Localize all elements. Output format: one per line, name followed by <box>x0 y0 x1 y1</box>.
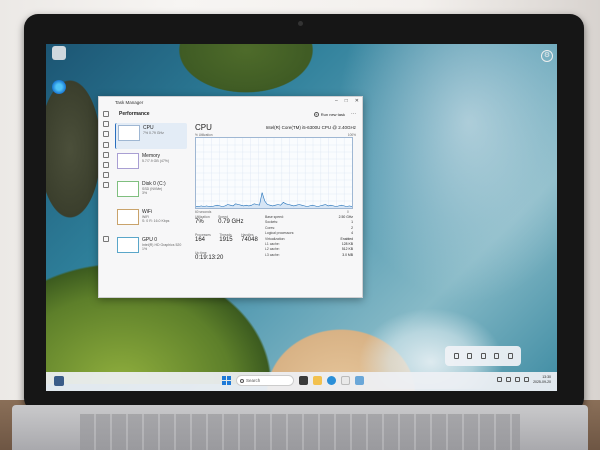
graph-grid <box>196 138 352 208</box>
window-icon[interactable] <box>494 353 499 359</box>
more-options-button[interactable]: ··· <box>351 111 356 117</box>
resource-sub: Intel(R) HD Graphics 520 1% <box>142 243 182 251</box>
clock-date: 2025-09-20 <box>533 379 551 384</box>
stat-value: 1915 <box>219 237 233 243</box>
resource-gpu[interactable]: GPU 0 Intel(R) HD Graphics 520 1% <box>115 235 187 261</box>
stat-processes: Processes 164 <box>195 233 211 243</box>
info-icon[interactable] <box>507 353 513 359</box>
maximize-button[interactable]: □ <box>345 98 348 104</box>
details-icon[interactable] <box>103 172 109 179</box>
edge-icon[interactable] <box>52 80 66 94</box>
resource-sub: WiFi S: 0 R: 16.0 Kbps <box>142 215 170 223</box>
resource-memory[interactable]: Memory 5.7/7.9 GB (47%) <box>115 151 187 177</box>
store-icon[interactable] <box>341 376 350 385</box>
spec-key: L3 cache: <box>265 252 280 257</box>
stat-value: 0:19:13:20 <box>195 255 224 261</box>
stat-uptime: Up time 0:19:13:20 <box>195 251 223 261</box>
app-history-icon[interactable] <box>103 141 109 148</box>
resource-sub: 7% 0.79 GHz <box>143 131 164 135</box>
start-button-icon[interactable] <box>222 376 231 385</box>
recycle-bin-icon[interactable] <box>52 46 66 60</box>
settings-gear-icon[interactable] <box>103 236 109 243</box>
cpu-utilization-graph <box>195 137 353 209</box>
close-button[interactable]: ✕ <box>355 98 359 104</box>
settings-icon[interactable]: ⚙ <box>541 50 553 62</box>
run-new-task-label: Run new task <box>320 111 345 117</box>
desktop-screen: ⚙ Task Manager – □ ✕ Performance + Run n… <box>46 44 557 391</box>
stat-value: 7% <box>195 219 204 225</box>
title-bar[interactable]: Task Manager – □ ✕ <box>99 97 362 107</box>
time-axis-label: 60 seconds <box>195 210 212 214</box>
search-icon <box>240 378 244 383</box>
stat-value: 164 <box>195 237 206 243</box>
stat-threads: Threads 1915 <box>219 233 232 243</box>
wallpaper-glare <box>336 44 557 304</box>
resource-cpu[interactable]: CPU 7% 0.79 GHz <box>115 123 187 149</box>
clock[interactable]: 13:30 2025-09-20 <box>533 375 551 384</box>
window-title: Task Manager <box>115 99 144 105</box>
stat-speed: Speed 0.79 GHz <box>218 215 243 225</box>
performance-icon[interactable] <box>103 131 109 138</box>
system-tray: 13:30 2025-09-20 <box>497 375 551 384</box>
min-axis-label: 0 <box>347 210 349 214</box>
search-placeholder: Search <box>246 378 261 383</box>
webcam <box>298 21 303 26</box>
run-task-icon: + <box>313 111 319 117</box>
wallpaper-cliff-top <box>161 44 331 104</box>
gpu-thumbnail-graph <box>117 237 139 253</box>
edit-icon[interactable] <box>467 353 472 359</box>
wifi-thumbnail-graph <box>117 209 139 225</box>
stat-handles: Handles 74048 <box>241 233 258 243</box>
stat-utilization: Utilization 7% <box>195 215 210 225</box>
cpu-specs: Base speed: 2.50 GHz Sockets: 1 Cores: 2 Lo… <box>265 215 353 258</box>
resource-disk[interactable]: Disk 0 (C:) SSD (NVMe) 3% <box>115 179 187 205</box>
resource-sub: 5.7/7.9 GB (47%) <box>142 159 170 163</box>
chevron-up-icon[interactable] <box>497 377 503 382</box>
quick-settings-panel <box>445 346 521 366</box>
hamburger-icon[interactable] <box>103 111 109 117</box>
screen-icon[interactable] <box>480 353 486 359</box>
cpu-model: Intel(R) Core(TM) i5-6300U CPU @ 2.40GHz <box>265 125 356 130</box>
cpu-detail-panel: CPU Intel(R) Core(TM) i5-6300U CPU @ 2.4… <box>195 123 356 293</box>
volume-icon[interactable] <box>515 377 521 382</box>
task-manager-window: Task Manager – □ ✕ Performance + Run new… <box>98 96 363 298</box>
resource-list: CPU 7% 0.79 GHz Memory 5.7/7.9 GB (47%) … <box>115 123 187 263</box>
file-explorer-icon[interactable] <box>313 376 322 385</box>
battery-icon[interactable] <box>524 377 530 382</box>
stat-value: 74048 <box>241 237 258 243</box>
taskbar-search-box[interactable]: Search <box>236 375 294 386</box>
startup-apps-icon[interactable] <box>103 151 109 158</box>
taskbar-center: Search <box>222 375 364 386</box>
processes-icon[interactable] <box>103 121 109 128</box>
resource-sub: SSD (NVMe) 3% <box>142 187 163 195</box>
cpu-thumbnail-graph <box>118 125 140 141</box>
spec-row: L3 cache: 3.0 MB <box>265 253 353 258</box>
spec-value: 3.0 MB <box>342 252 353 257</box>
section-title: Performance <box>119 111 150 117</box>
keyboard-keys <box>80 414 520 450</box>
memory-thumbnail-graph <box>117 153 139 169</box>
widgets-icon[interactable] <box>54 376 64 386</box>
minimize-button[interactable]: – <box>335 98 338 104</box>
users-icon[interactable] <box>103 161 109 168</box>
task-view-icon[interactable] <box>299 376 308 385</box>
cpu-stats: Utilization 7% Speed 0.79 GHz Processes 164… <box>195 215 265 269</box>
wifi-icon[interactable] <box>506 377 512 382</box>
disk-thumbnail-graph <box>117 181 139 197</box>
run-new-task-button[interactable]: + Run new task <box>313 111 345 117</box>
task-manager-taskbar-icon[interactable] <box>355 376 364 385</box>
nav-rail <box>99 107 113 297</box>
edge-taskbar-icon[interactable] <box>327 376 336 385</box>
resource-wifi[interactable]: WiFi WiFi S: 0 R: 16.0 Kbps <box>115 207 187 233</box>
stat-value: 0.79 GHz <box>218 219 244 225</box>
detail-title: CPU <box>195 123 212 132</box>
snip-icon[interactable] <box>453 353 459 359</box>
services-icon[interactable] <box>103 182 109 189</box>
taskbar: Search 13:30 2025-09-20 <box>46 372 557 391</box>
performance-header: Performance + Run new task ··· <box>113 107 362 121</box>
